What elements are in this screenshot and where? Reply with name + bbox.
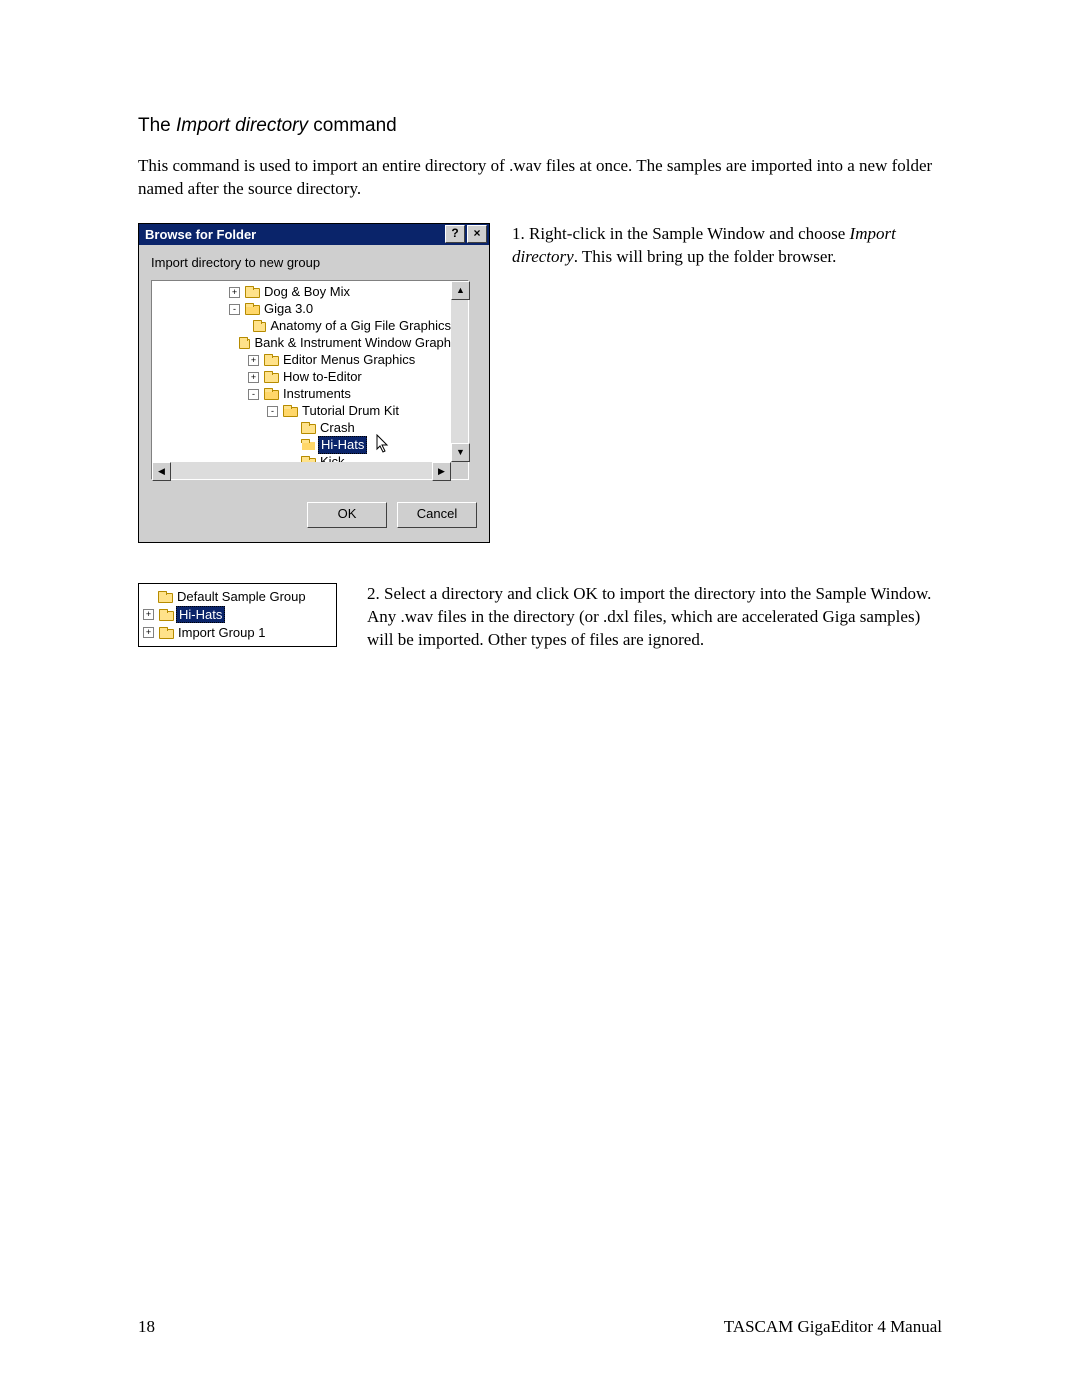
tree-node[interactable]: + Dog & Boy Mix [153, 284, 451, 301]
tree-node-label: Kick [320, 454, 345, 462]
folder-icon [301, 439, 316, 451]
folder-icon [283, 405, 298, 417]
sample-group-label: Import Group 1 [178, 625, 265, 640]
tree-node-label: Bank & Instrument Window Graph [254, 335, 451, 351]
tree-node-label: Editor Menus Graphics [283, 352, 415, 368]
tree-node-label: Dog & Boy Mix [264, 284, 350, 300]
tree-node[interactable]: + How to-Editor [153, 369, 451, 386]
tree-node[interactable]: - Giga 3.0 [153, 301, 451, 318]
tree-node-label: Anatomy of a Gig File Graphics [270, 318, 451, 334]
folder-icon [264, 388, 279, 400]
tree-node[interactable]: - Instruments [153, 386, 451, 403]
heading-italic: Import directory [176, 115, 308, 136]
tree-node-label: Hi-Hats [318, 436, 367, 454]
expand-icon[interactable]: + [143, 609, 154, 620]
section-heading: The Import directory command [138, 115, 942, 137]
sample-group-node[interactable]: Default Sample Group [143, 588, 332, 606]
product-name: TASCAM GigaEditor 4 Manual [724, 1317, 942, 1337]
folder-icon [264, 371, 279, 383]
sample-group-label: Default Sample Group [177, 589, 306, 604]
heading-pre: The [138, 115, 176, 136]
folder-icon [245, 303, 260, 315]
intro-paragraph: This command is used to import an entire… [138, 155, 942, 201]
step-1-caption: 1. Right-click in the Sample Window and … [512, 223, 942, 269]
caption1-post: . This will bring up the folder browser. [574, 247, 837, 266]
scroll-down-button[interactable]: ▼ [451, 443, 470, 462]
horizontal-scrollbar[interactable]: ◀ ▶ [152, 462, 451, 479]
page-footer: 18 TASCAM GigaEditor 4 Manual [138, 1317, 942, 1337]
tree-node-label: Crash [320, 420, 355, 436]
expand-icon[interactable]: + [143, 627, 154, 638]
folder-icon [239, 337, 251, 349]
tree-node[interactable]: - Tutorial Drum Kit [153, 403, 451, 420]
page-number: 18 [138, 1317, 155, 1337]
sample-group-node[interactable]: + Import Group 1 [143, 624, 332, 642]
tree-node[interactable]: Kick [153, 454, 451, 462]
scroll-left-button[interactable]: ◀ [152, 462, 171, 481]
dialog-instruction: Import directory to new group [151, 255, 477, 270]
dialog-titlebar[interactable]: Browse for Folder ? × [139, 224, 489, 245]
folder-icon [158, 591, 173, 603]
caption1-pre: 1. Right-click in the Sample Window and … [512, 224, 850, 243]
expand-icon[interactable]: + [248, 372, 259, 383]
collapse-icon[interactable]: - [248, 389, 259, 400]
sample-group-label: Hi-Hats [176, 606, 225, 623]
tree-node-label: Instruments [283, 386, 351, 402]
ok-button[interactable]: OK [307, 502, 387, 528]
tree-node[interactable]: Bank & Instrument Window Graph [153, 335, 451, 352]
sample-group-tree: Default Sample Group + Hi-Hats + Import Grou… [138, 583, 337, 647]
folder-icon [253, 320, 267, 332]
tree-node-label: Tutorial Drum Kit [302, 403, 399, 419]
browse-for-folder-dialog: Browse for Folder ? × Import directory t… [138, 223, 490, 543]
cancel-button[interactable]: Cancel [397, 502, 477, 528]
collapse-icon[interactable]: - [267, 406, 278, 417]
close-button[interactable]: × [467, 225, 487, 243]
step-2-caption: 2. Select a directory and click OK to im… [367, 583, 942, 652]
folder-icon [301, 422, 316, 434]
folder-icon [264, 354, 279, 366]
vertical-scrollbar[interactable]: ▲ ▼ [451, 281, 468, 462]
expand-icon[interactable]: + [229, 287, 240, 298]
help-button[interactable]: ? [445, 225, 465, 243]
folder-icon [159, 627, 174, 639]
folder-icon [245, 286, 260, 298]
folder-icon [159, 609, 174, 621]
folder-tree: + Dog & Boy Mix - Giga 3.0Anatomy of a Gig … [151, 280, 469, 480]
tree-node[interactable]: Hi-Hats [153, 437, 451, 454]
tree-node-label: How to-Editor [283, 369, 362, 385]
sample-group-node[interactable]: + Hi-Hats [143, 606, 332, 624]
dialog-title: Browse for Folder [145, 227, 443, 242]
scroll-right-button[interactable]: ▶ [432, 462, 451, 481]
tree-node[interactable]: Crash [153, 420, 451, 437]
collapse-icon[interactable]: - [229, 304, 240, 315]
tree-node[interactable]: Anatomy of a Gig File Graphics [153, 318, 451, 335]
tree-node-label: Giga 3.0 [264, 301, 313, 317]
heading-post: command [308, 115, 397, 136]
scroll-up-button[interactable]: ▲ [451, 281, 470, 300]
expand-icon[interactable]: + [248, 355, 259, 366]
tree-node[interactable]: + Editor Menus Graphics [153, 352, 451, 369]
